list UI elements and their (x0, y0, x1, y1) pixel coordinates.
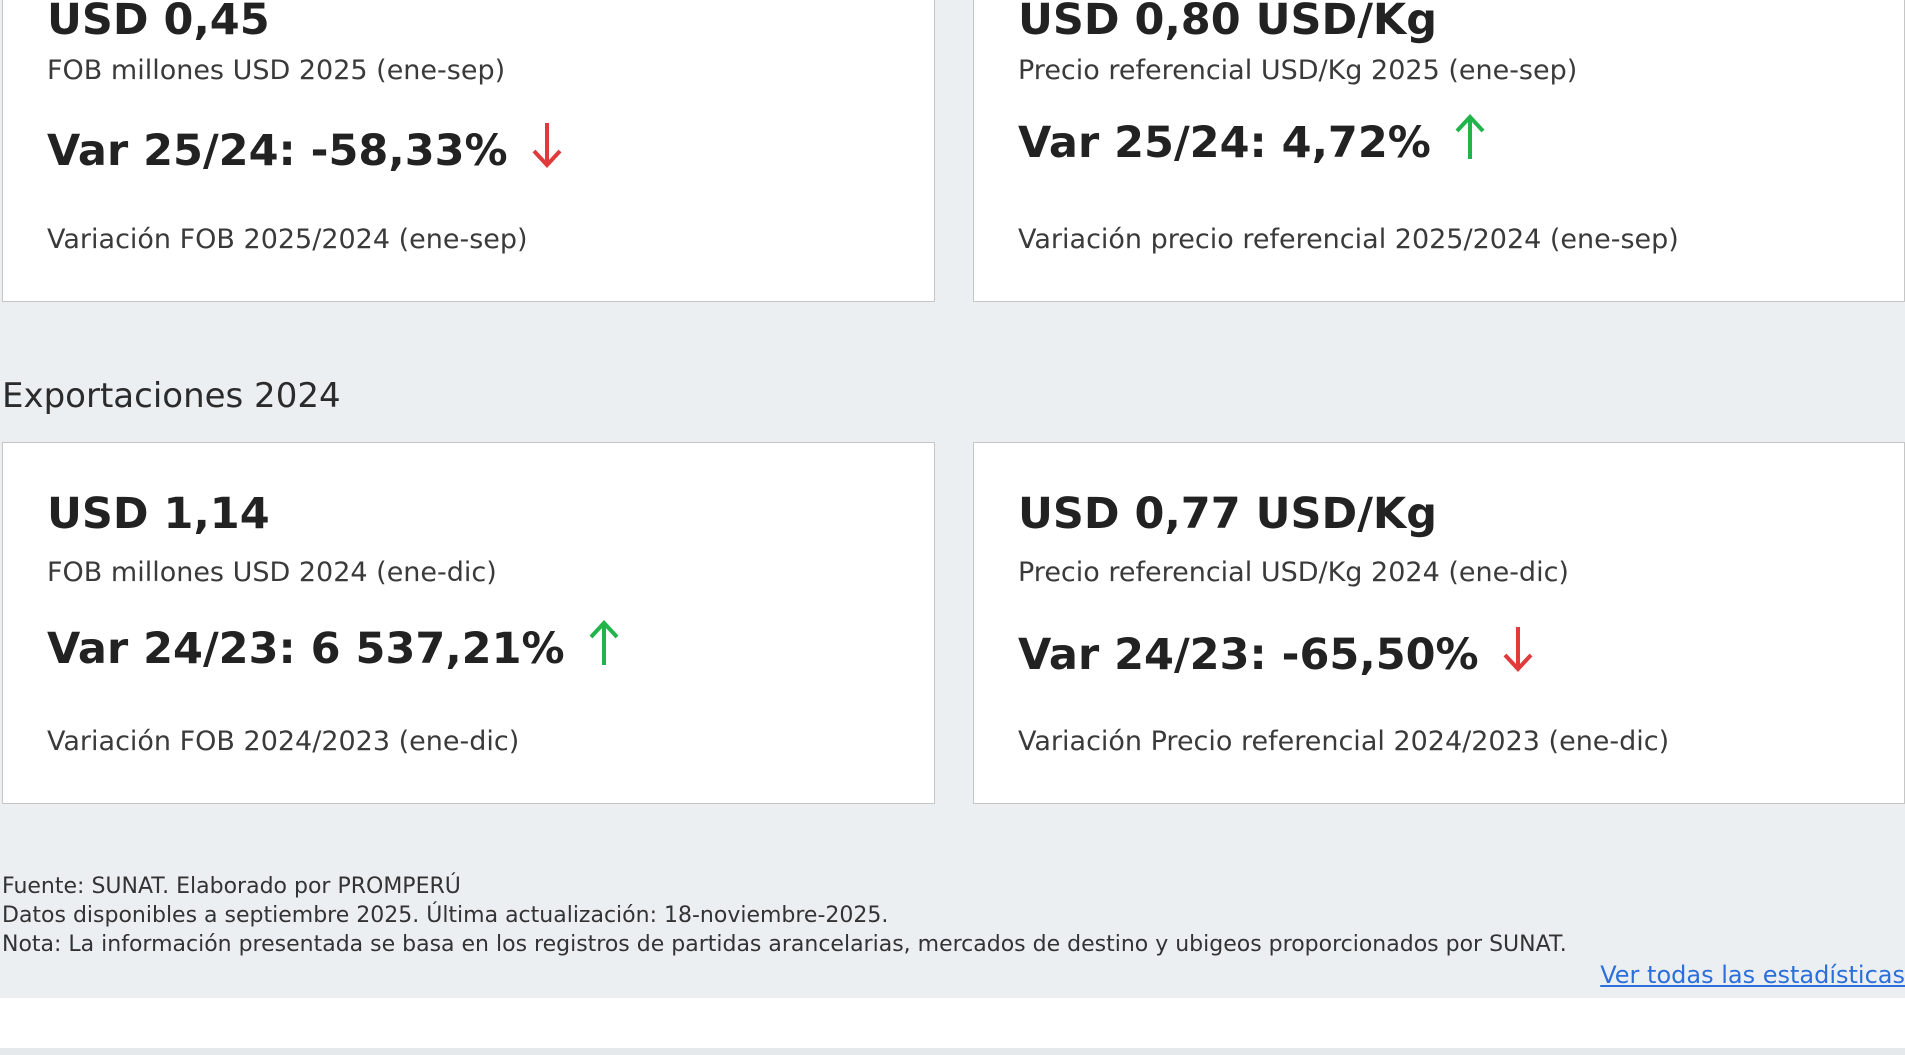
price-2025-card: USD 0,80 USD/Kg Precio referencial USD/K… (973, 0, 1905, 302)
sources-footer: Fuente: SUNAT. Elaborado por PROMPERÚ Da… (0, 870, 1905, 998)
note-text: Nota: La información presentada se basa … (2, 932, 1567, 957)
arrow-down-icon (1501, 623, 1535, 686)
arrow-down-icon (530, 119, 564, 182)
price-2024-variation-text: Var 24/23: -65,50% (1018, 629, 1479, 680)
price-2025-label: Precio referencial USD/Kg 2025 (ene-sep) (1018, 55, 1578, 86)
exports-2024-title: Exportaciones 2024 (2, 376, 341, 416)
fob-2024-variation-label: Variación FOB 2024/2023 (ene-dic) (47, 726, 520, 757)
price-2024-variation-label: Variación Precio referencial 2024/2023 (… (1018, 726, 1670, 757)
fob-2025-card: USD 0,45 FOB millones USD 2025 (ene-sep)… (2, 0, 935, 302)
price-2024-card: USD 0,77 USD/Kg Precio referencial USD/K… (973, 442, 1905, 804)
price-2024-value: USD 0,77 USD/Kg (1018, 489, 1437, 539)
price-2025-variation: Var 25/24: 4,72% (1018, 111, 1487, 174)
bottom-divider (0, 1048, 1905, 1055)
price-2024-label: Precio referencial USD/Kg 2024 (ene-dic) (1018, 557, 1569, 588)
fob-2024-variation: Var 24/23: 6 537,21% (47, 617, 621, 680)
price-2024-variation: Var 24/23: -65,50% (1018, 623, 1535, 686)
availability-text: Datos disponibles a septiembre 2025. Últ… (2, 903, 889, 928)
arrow-up-icon (587, 617, 621, 680)
bottom-strip (0, 998, 1905, 1048)
fob-2025-variation-text: Var 25/24: -58,33% (47, 125, 508, 176)
arrow-up-icon (1453, 111, 1487, 174)
fob-2024-variation-text: Var 24/23: 6 537,21% (47, 623, 565, 674)
price-2025-value: USD 0,80 USD/Kg (1018, 0, 1437, 45)
statistics-page: USD 0,45 FOB millones USD 2025 (ene-sep)… (0, 0, 1905, 1055)
all-statistics-link[interactable]: Ver todas las estadísticas (1600, 961, 1905, 989)
price-2025-variation-text: Var 25/24: 4,72% (1018, 117, 1431, 168)
price-2025-variation-label: Variación precio referencial 2025/2024 (… (1018, 224, 1679, 255)
fob-2024-label: FOB millones USD 2024 (ene-dic) (47, 557, 497, 588)
fob-2025-variation-label: Variación FOB 2025/2024 (ene-sep) (47, 224, 528, 255)
fob-2024-card: USD 1,14 FOB millones USD 2024 (ene-dic)… (2, 442, 935, 804)
source-text: Fuente: SUNAT. Elaborado por PROMPERÚ (2, 874, 461, 899)
fob-2025-label: FOB millones USD 2025 (ene-sep) (47, 55, 506, 86)
fob-2025-variation: Var 25/24: -58,33% (47, 119, 564, 182)
fob-2024-value: USD 1,14 (47, 489, 270, 539)
fob-2025-value: USD 0,45 (47, 0, 270, 45)
